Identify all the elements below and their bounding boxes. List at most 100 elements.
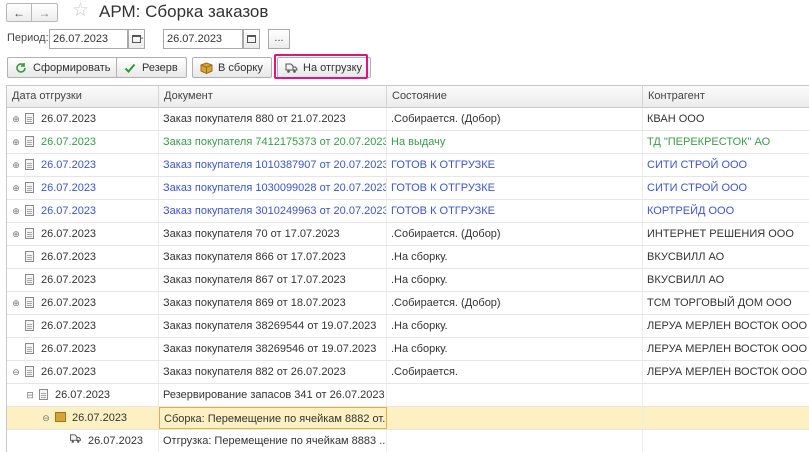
- row-document: Заказ покупателя 882 от 26.07.2023: [159, 361, 387, 383]
- table-row[interactable]: ⊕ 26.07.2023 Заказ покупателя 7412175373 …: [7, 131, 809, 154]
- column-header-state[interactable]: Состояние: [387, 86, 643, 108]
- table-row-child[interactable]: 26.07.2023 Отгрузка: Перемещение по ячей…: [7, 430, 809, 452]
- row-document: Заказ покупателя 866 от 17.07.2023: [159, 246, 387, 268]
- row-counterparty: [643, 407, 809, 429]
- document-icon: [25, 365, 34, 377]
- row-counterparty: КОРТРЕЙД ООО: [643, 200, 809, 222]
- row-state: [387, 430, 643, 452]
- expand-icon[interactable]: ⊕: [11, 200, 21, 222]
- box-icon: [199, 61, 213, 75]
- table-row[interactable]: ⊕ 26.07.2023 Заказ покупателя 70 от 17.07…: [7, 223, 809, 246]
- expand-icon[interactable]: ⊕: [11, 223, 21, 245]
- period-from-field[interactable]: 26.07.2023: [49, 29, 128, 49]
- reserve-button-label: Резерв: [142, 61, 178, 74]
- row-date: 26.07.2023: [72, 412, 128, 424]
- box-icon: [55, 412, 66, 423]
- row-state: ГОТОВ К ОТГРУЗКЕ: [387, 177, 643, 199]
- forward-button[interactable]: →: [32, 3, 58, 22]
- row-date: 26.07.2023: [88, 435, 144, 447]
- expand-icon[interactable]: ⊕: [11, 131, 21, 153]
- document-icon: [25, 227, 34, 239]
- table-row[interactable]: 26.07.2023 Заказ покупателя 867 от 17.07…: [7, 269, 809, 292]
- row-document: Отгрузка: Перемещение по ячейкам 8883 ..…: [159, 430, 387, 452]
- row-document: Заказ покупателя 1030099028 от 20.07.202…: [159, 177, 387, 199]
- back-button[interactable]: ←: [6, 3, 32, 22]
- period-to-calendar-button[interactable]: [243, 29, 260, 49]
- table-row[interactable]: 26.07.2023 Заказ покупателя 38269544 от …: [7, 315, 809, 338]
- column-header-ship-date[interactable]: Дата отгрузки: [7, 86, 159, 108]
- expand-icon[interactable]: ⊕: [11, 292, 21, 314]
- row-state: .Собирается. (Добор): [387, 223, 643, 245]
- column-header-document[interactable]: Документ: [159, 86, 387, 108]
- document-icon: [25, 135, 34, 147]
- period-to-field[interactable]: 26.07.2023: [163, 29, 243, 49]
- row-state: На выдачу: [387, 131, 643, 153]
- table-row-selected[interactable]: ⊖ 26.07.2023 Сборка: Перемещение по ячейк…: [7, 407, 809, 430]
- expand-icon[interactable]: ⊕: [11, 154, 21, 176]
- row-document: Заказ покупателя 880 от 21.07.2023: [159, 108, 387, 130]
- row-state: .На сборку.: [387, 338, 643, 360]
- expand-icon[interactable]: ⊕: [11, 108, 21, 130]
- expand-icon[interactable]: ⊕: [11, 177, 21, 199]
- document-icon: [25, 273, 34, 285]
- row-state: .На сборку.: [387, 246, 643, 268]
- row-date: 26.07.2023: [41, 251, 97, 263]
- table-row-child[interactable]: ⊟ 26.07.2023 Резервирование запасов 341 о…: [7, 384, 809, 407]
- table-header: Дата отгрузки Документ Состояние Контраг…: [7, 86, 809, 108]
- row-counterparty: ЛЕРУА МЕРЛЕН ВОСТОК ООО: [643, 338, 809, 360]
- arrow-left-icon: ←: [13, 5, 25, 20]
- row-document: Резервирование запасов 341 от 26.07.2023: [159, 384, 387, 406]
- row-date: 26.07.2023: [55, 389, 111, 401]
- to-assembly-button[interactable]: В сборку: [192, 57, 272, 78]
- row-date: 26.07.2023: [41, 205, 97, 217]
- document-icon: [25, 204, 34, 216]
- row-counterparty: КВАН ООО: [643, 108, 809, 130]
- arrow-right-icon: →: [38, 5, 51, 20]
- row-state: [387, 407, 643, 429]
- document-icon: [25, 112, 34, 124]
- row-document: Заказ покупателя 869 от 18.07.2023: [159, 292, 387, 314]
- row-document: Заказ покупателя 70 от 17.07.2023: [159, 223, 387, 245]
- document-icon: [25, 250, 34, 262]
- collapse-icon[interactable]: ⊟: [25, 384, 35, 406]
- orders-table[interactable]: Дата отгрузки Документ Состояние Контраг…: [6, 85, 809, 452]
- title-bar: ← → ☆ АРМ: Сборка заказов: [0, 0, 809, 26]
- row-counterparty: СИТИ СТРОЙ ООО: [643, 177, 809, 199]
- refresh-icon: [14, 61, 28, 75]
- collapse-icon[interactable]: ⊖: [41, 407, 51, 429]
- document-icon: [25, 158, 34, 170]
- row-document: Заказ покупателя 38269546 от 19.07.2023: [159, 338, 387, 360]
- table-row[interactable]: ⊕ 26.07.2023 Заказ покупателя 3010249963 …: [7, 200, 809, 223]
- generate-button-label: Сформировать: [33, 61, 111, 74]
- row-date: 26.07.2023: [41, 159, 97, 171]
- row-counterparty: ЛЕРУА МЕРЛЕН ВОСТОК ООО: [643, 361, 809, 383]
- toolbar: Сформировать Резерв В сборку На отгрузку: [0, 56, 809, 80]
- table-row[interactable]: ⊕ 26.07.2023 Заказ покупателя 1010387907 …: [7, 154, 809, 177]
- favorite-star-icon[interactable]: ☆: [72, 1, 89, 21]
- row-state: .На сборку.: [387, 315, 643, 337]
- shipment-icon: [69, 430, 82, 452]
- reserve-button[interactable]: Резерв: [116, 57, 187, 78]
- row-counterparty: ВКУСВИЛЛ АО: [643, 246, 809, 268]
- period-select-button[interactable]: ...: [268, 29, 290, 49]
- table-row[interactable]: 26.07.2023 Заказ покупателя 866 от 17.07…: [7, 246, 809, 269]
- row-date: 26.07.2023: [41, 136, 97, 148]
- period-row: Период: 26.07.2023 - 26.07.2023 ...: [0, 28, 809, 50]
- column-header-counterparty[interactable]: Контрагент: [643, 86, 809, 108]
- row-date: 26.07.2023: [41, 274, 97, 286]
- row-document: Заказ покупателя 38269544 от 19.07.2023: [159, 315, 387, 337]
- table-row[interactable]: ⊕ 26.07.2023 Заказ покупателя 1030099028 …: [7, 177, 809, 200]
- table-row[interactable]: ⊖ 26.07.2023 Заказ покупателя 882 от 26.0…: [7, 361, 809, 384]
- row-date: 26.07.2023: [41, 182, 97, 194]
- row-document[interactable]: Сборка: Перемещение по ячейкам 8882 от..…: [159, 407, 387, 429]
- table-row[interactable]: ⊕ 26.07.2023 Заказ покупателя 880 от 21.0…: [7, 108, 809, 131]
- document-icon: [25, 296, 34, 308]
- row-document: Заказ покупателя 7412175373 от 20.07.202…: [159, 131, 387, 153]
- page-title: АРМ: Сборка заказов: [99, 2, 269, 21]
- table-row[interactable]: ⊕ 26.07.2023 Заказ покупателя 869 от 18.0…: [7, 292, 809, 315]
- row-counterparty: ЛЕРУА МЕРЛЕН ВОСТОК ООО: [643, 315, 809, 337]
- collapse-icon[interactable]: ⊖: [11, 361, 21, 383]
- generate-button[interactable]: Сформировать: [7, 57, 120, 78]
- table-row[interactable]: 26.07.2023 Заказ покупателя 38269546 от …: [7, 338, 809, 361]
- to-assembly-button-label: В сборку: [218, 61, 263, 74]
